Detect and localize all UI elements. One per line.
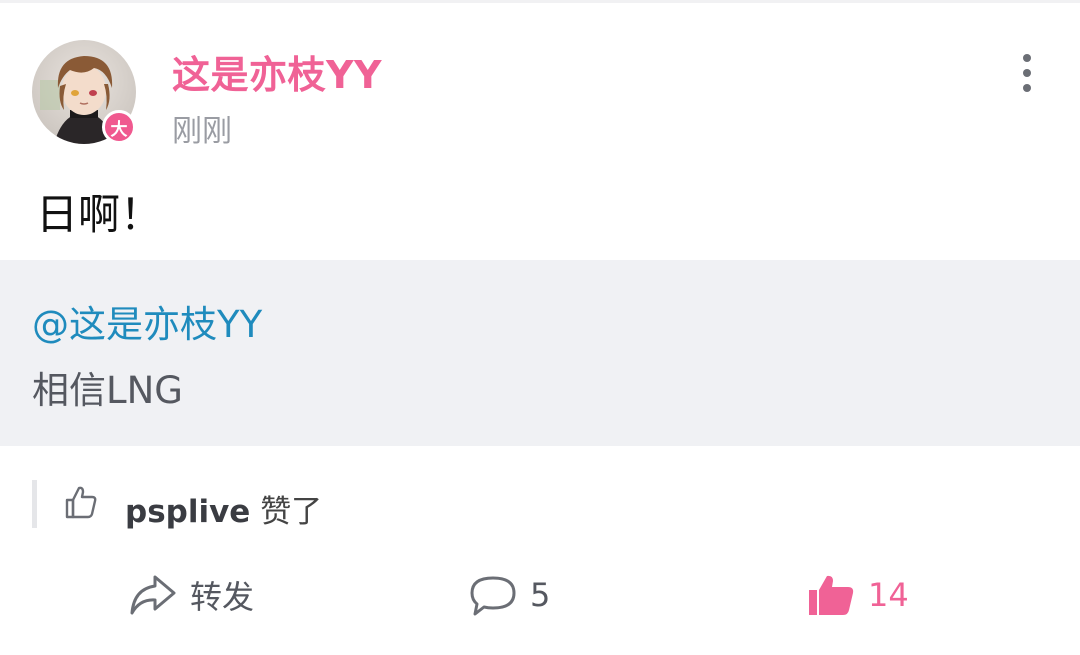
- post-content: 日啊！: [36, 190, 163, 239]
- liked-by-divider: [32, 480, 37, 528]
- liked-by-user[interactable]: psplive: [125, 494, 250, 530]
- repost-label: 转发: [190, 578, 255, 616]
- liked-by-row: psplive 赞了: [32, 480, 532, 530]
- more-options-icon[interactable]: [1010, 54, 1044, 92]
- username[interactable]: 这是亦枝YY: [172, 44, 382, 99]
- quoted-post[interactable]: [0, 260, 1080, 446]
- thumbs-up-outline-icon: [65, 486, 97, 519]
- comment-count: 5: [530, 576, 551, 614]
- level-badge: 大: [102, 110, 136, 144]
- quoted-mention[interactable]: @这是亦枝YY: [32, 294, 262, 348]
- top-divider: [0, 0, 1080, 3]
- repost-button[interactable]: 转发: [128, 570, 254, 620]
- like-button[interactable]: 14: [806, 570, 909, 620]
- liked-by-suffix: 赞了: [260, 494, 323, 530]
- quoted-text: 相信LNG: [32, 369, 183, 412]
- thumbs-up-filled-icon: [809, 575, 854, 615]
- share-icon: [130, 575, 176, 615]
- comment-button[interactable]: 5: [468, 570, 550, 620]
- like-count: 14: [868, 576, 909, 614]
- timestamp: 刚刚: [172, 114, 232, 149]
- avatar[interactable]: 大: [32, 40, 136, 144]
- comment-icon: [470, 576, 516, 616]
